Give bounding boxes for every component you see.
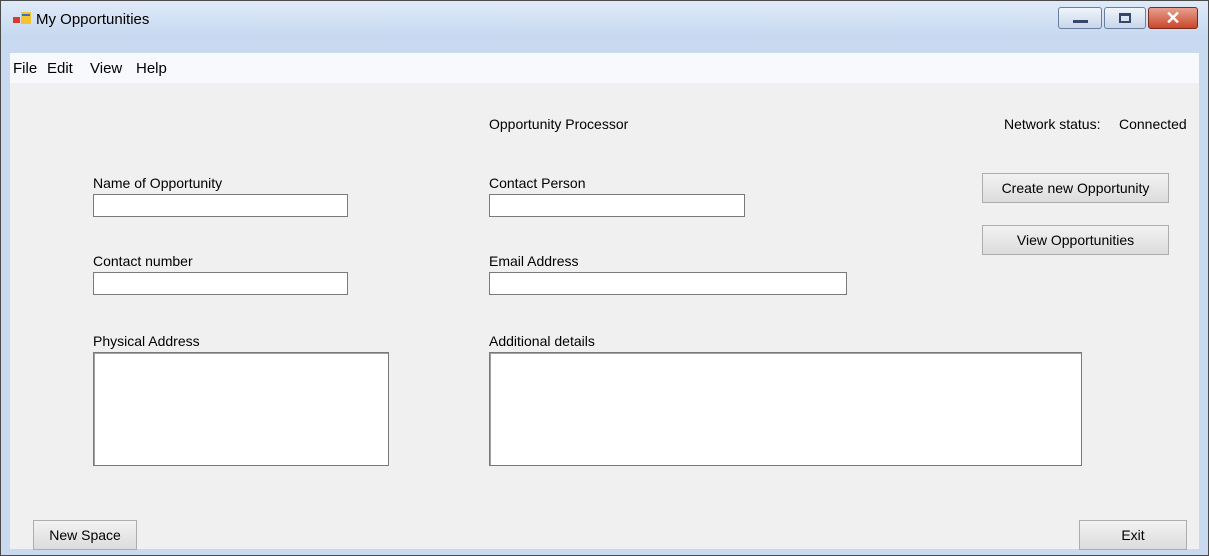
address-label: Physical Address xyxy=(93,333,200,349)
new-space-button[interactable]: New Space xyxy=(33,520,137,550)
app-window-icon xyxy=(13,12,31,24)
create-opportunity-button[interactable]: Create new Opportunity xyxy=(982,173,1169,203)
app-window: My Opportunities ✕ File Edit View Help O… xyxy=(0,0,1209,556)
exit-button[interactable]: Exit xyxy=(1079,520,1187,550)
form-area: Opportunity Processor Network status: Co… xyxy=(10,83,1199,550)
minimize-icon xyxy=(1073,20,1088,23)
maximize-button[interactable] xyxy=(1104,7,1146,29)
details-label: Additional details xyxy=(489,333,595,349)
address-textarea[interactable] xyxy=(93,352,389,466)
contact-person-label: Contact Person xyxy=(489,175,586,191)
maximize-icon xyxy=(1119,13,1131,23)
email-input[interactable] xyxy=(489,272,847,295)
details-textarea[interactable] xyxy=(489,352,1082,466)
window-title: My Opportunities xyxy=(36,11,150,28)
network-status-value: Connected xyxy=(1119,116,1187,132)
contact-person-input[interactable] xyxy=(489,194,745,217)
menu-edit[interactable]: Edit xyxy=(47,60,73,77)
network-status-label: Network status: xyxy=(1004,116,1101,132)
form-heading: Opportunity Processor xyxy=(489,116,629,132)
view-opportunities-button[interactable]: View Opportunities xyxy=(982,225,1169,255)
close-button[interactable]: ✕ xyxy=(1148,7,1198,29)
menu-file[interactable]: File xyxy=(13,60,37,77)
menu-help[interactable]: Help xyxy=(136,60,167,77)
name-label: Name of Opportunity xyxy=(93,175,223,191)
menu-view[interactable]: View xyxy=(90,60,122,77)
email-label: Email Address xyxy=(489,253,579,269)
minimize-button[interactable] xyxy=(1058,7,1102,29)
close-icon: ✕ xyxy=(1165,8,1181,28)
title-bar[interactable]: My Opportunities ✕ xyxy=(1,1,1208,39)
contact-number-label: Contact number xyxy=(93,253,193,269)
contact-number-input[interactable] xyxy=(93,272,348,295)
name-input[interactable] xyxy=(93,194,348,217)
menu-bar: File Edit View Help xyxy=(10,53,1199,83)
